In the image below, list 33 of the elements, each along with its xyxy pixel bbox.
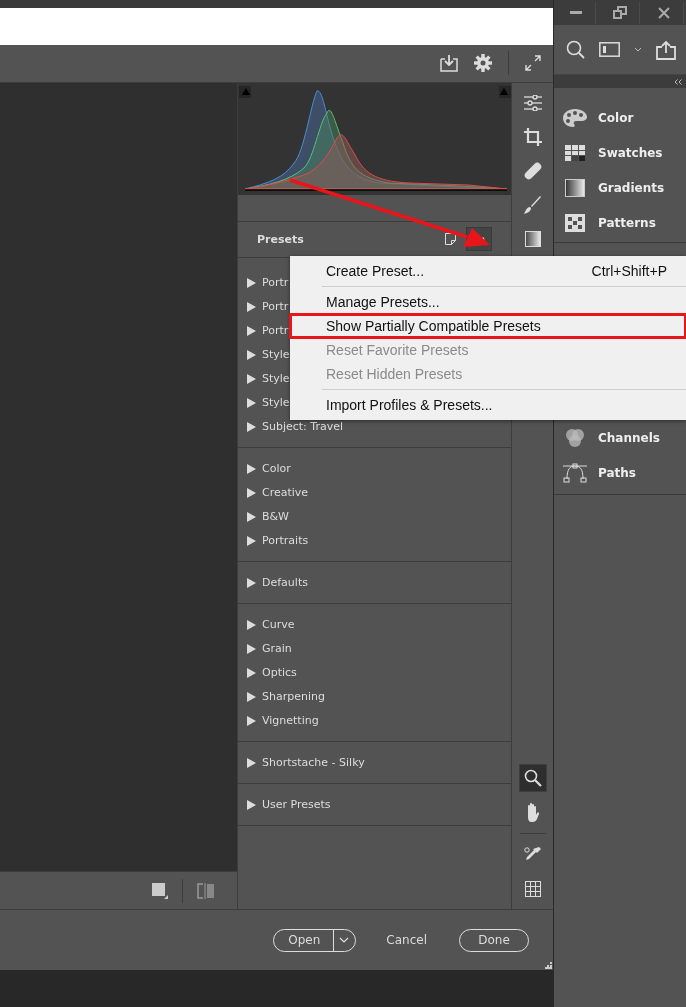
preset-group-label: Subject: Travel	[262, 420, 344, 434]
preset-group-label: Portraits	[262, 534, 309, 548]
preset-group-label: Vignetting	[262, 714, 319, 728]
preset-group-label: Defaults	[262, 576, 308, 590]
preset-group-label: Portr	[262, 324, 289, 338]
preset-group-label: Curve	[262, 618, 295, 632]
preset-group-label: Shortstache - Silky	[262, 756, 365, 770]
preset-group-label: Grain	[262, 642, 292, 656]
preset-group-label: Optics	[262, 666, 297, 680]
panel-label: Patterns	[598, 215, 656, 230]
panel-title: Presets	[257, 232, 304, 246]
preset-group-label: Style	[262, 396, 290, 410]
shortcut-label: Ctrl+Shift+P	[591, 263, 667, 279]
preset-group-label: Sharpening	[262, 690, 325, 704]
menu-item-label: Show Partially Compatible Presets	[326, 318, 541, 334]
menu-item-label: Reset Favorite Presets	[326, 342, 469, 358]
panel-label: Channels	[598, 430, 660, 445]
panel-label: Color	[598, 110, 634, 125]
panel-label: Swatches	[598, 145, 663, 160]
menu-item-label: Reset Hidden Presets	[326, 366, 463, 382]
preset-group-label: B&W	[262, 510, 289, 524]
preset-group-label: Creative	[262, 486, 309, 500]
preset-group-label: Portr	[262, 300, 289, 314]
menu-item-label: Manage Presets...	[326, 294, 440, 310]
preset-group-label: User Presets	[262, 798, 331, 812]
menu-item-label: Create Preset...	[326, 263, 425, 279]
preset-group-label: Color	[262, 462, 291, 476]
preset-group-label: Portr	[262, 276, 289, 290]
menu-item-label: Import Profiles & Presets...	[326, 397, 493, 413]
panel-label: Paths	[598, 465, 636, 480]
panel-label: Gradients	[598, 180, 665, 195]
preset-group-label: Style	[262, 372, 290, 386]
preset-group-label: Style	[262, 348, 290, 362]
